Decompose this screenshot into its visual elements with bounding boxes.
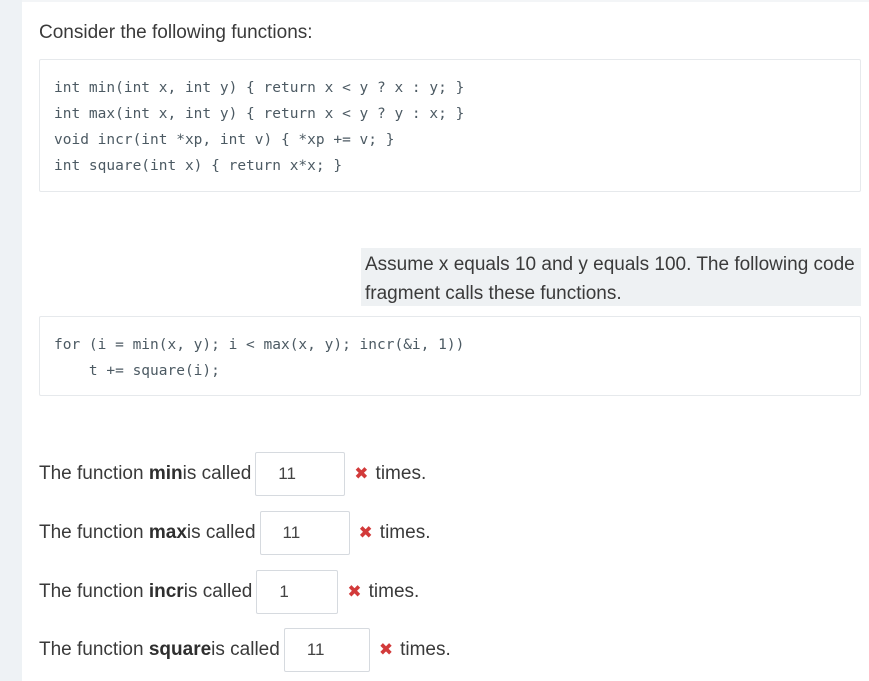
functions-code-block: int min(int x, int y) { return x < y ? x…: [39, 59, 861, 192]
incorrect-icon: ✖: [354, 464, 369, 483]
answer-input-incr[interactable]: 1: [256, 570, 339, 614]
question-prefix: The function: [39, 522, 144, 543]
left-rail: [0, 0, 22, 681]
loop-code-block: for (i = min(x, y); i < max(x, y); incr(…: [39, 316, 861, 396]
code-line: int square(int x) { return x*x; }: [54, 158, 343, 174]
question-prefix: The function: [39, 463, 144, 484]
question-prefix: The function: [39, 581, 144, 602]
code-line: void incr(int *xp, int v) { *xp += v; }: [54, 132, 395, 148]
question-square: The function square is called 11 ✖ times…: [39, 628, 451, 672]
incorrect-icon: ✖: [347, 582, 362, 601]
question-min: The function min is called 11 ✖ times.: [39, 452, 426, 496]
code-line: t += square(i);: [54, 363, 220, 379]
answer-input-square[interactable]: 11: [283, 628, 370, 672]
unit-label: times.: [400, 639, 451, 660]
code-line: for (i = min(x, y); i < max(x, y); incr(…: [54, 337, 465, 353]
function-name: incr: [148, 581, 184, 602]
intro-text: Consider the following functions:: [39, 22, 313, 43]
question-suffix: is called: [182, 463, 252, 484]
question-suffix: is called: [211, 639, 280, 660]
question-incr: The function incr is called 1 ✖ times.: [39, 570, 419, 614]
unit-label: times.: [379, 522, 431, 543]
question-max: The function max is called 11 ✖ times.: [39, 511, 430, 555]
question-content: Consider the following functions: int mi…: [22, 0, 869, 681]
incorrect-icon: ✖: [378, 640, 394, 659]
code-line: int max(int x, int y) { return x < y ? y…: [54, 106, 465, 122]
question-suffix: is called: [183, 581, 253, 602]
unit-label: times.: [368, 581, 420, 602]
function-name: max: [148, 522, 187, 543]
answer-input-min[interactable]: 11: [255, 452, 346, 496]
answer-input-max[interactable]: 11: [259, 511, 350, 555]
question-suffix: is called: [186, 522, 256, 543]
unit-label: times.: [375, 463, 427, 484]
function-name: square: [148, 639, 212, 660]
function-name: min: [148, 463, 183, 484]
incorrect-icon: ✖: [358, 523, 373, 542]
assumption-text: Assume x equals 10 and y equals 100. The…: [361, 248, 861, 306]
question-prefix: The function: [39, 639, 144, 660]
code-line: int min(int x, int y) { return x < y ? x…: [54, 80, 465, 96]
page: Consider the following functions: int mi…: [0, 0, 869, 681]
